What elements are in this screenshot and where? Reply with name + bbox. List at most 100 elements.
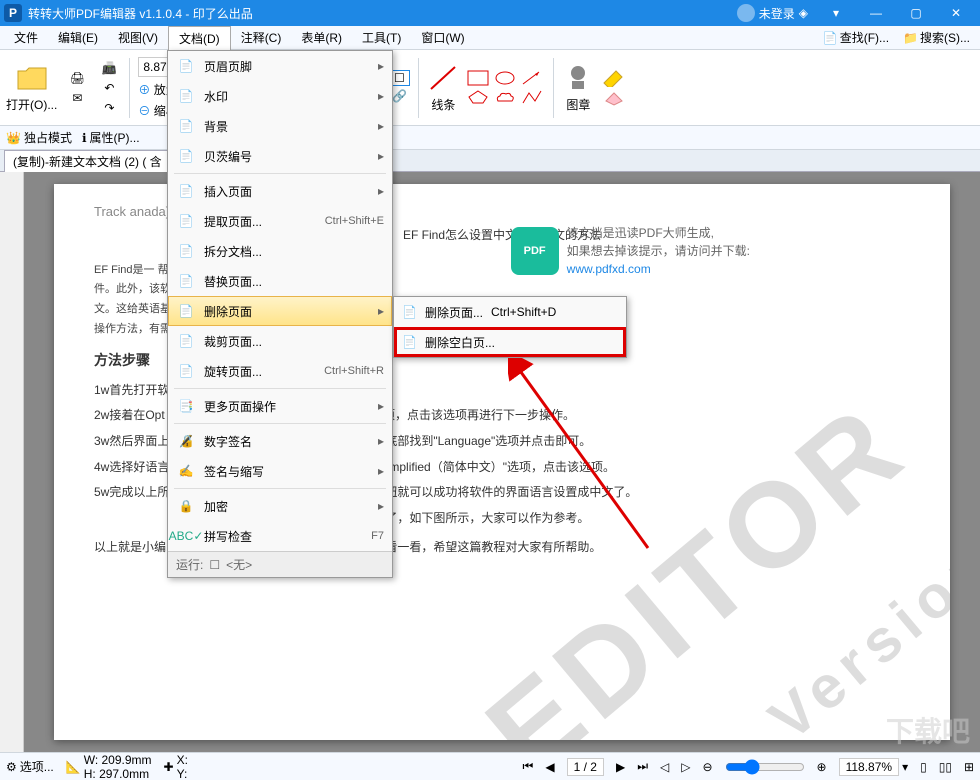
nav-fwd-button[interactable]: ▷ xyxy=(681,760,690,774)
submenu-delete-pages[interactable]: 📄删除页面...Ctrl+Shift+D xyxy=(394,297,626,327)
circle-shape-icon[interactable] xyxy=(494,70,518,86)
menu-comment[interactable]: 注释(C) xyxy=(231,26,292,49)
handsign-icon: ✍ xyxy=(176,461,196,481)
menu-rotate-page[interactable]: 📄旋转页面...Ctrl+Shift+R xyxy=(168,356,392,386)
more-ops-icon: 📑 xyxy=(176,396,196,416)
run-checkbox-icon[interactable]: ☐ xyxy=(209,558,220,572)
folder-icon: 📁 xyxy=(903,31,918,45)
rotate-page-icon: 📄 xyxy=(176,361,196,381)
menu-separator xyxy=(174,388,386,389)
login-status: 未登录 xyxy=(759,5,795,22)
menu-edit[interactable]: 编辑(E) xyxy=(48,26,108,49)
print-icon[interactable]: 🖨 xyxy=(65,69,89,87)
badge-line2: 如果想去掉该提示，请访问并下载: xyxy=(567,242,750,260)
menu-bates[interactable]: 📄贝茨编号▸ xyxy=(168,141,392,171)
chevron-right-icon: ▸ xyxy=(378,149,384,163)
menu-insert-page[interactable]: 📄插入页面▸ xyxy=(168,176,392,206)
replace-page-icon: 📄 xyxy=(176,271,196,291)
submenu-delete-blank[interactable]: 📄删除空白页... xyxy=(394,327,626,357)
layout-facing-icon[interactable]: ▯▯ xyxy=(939,760,952,774)
zoom-out-status[interactable]: ⊖ xyxy=(702,760,712,774)
last-page-button[interactable]: ⏭ xyxy=(637,759,648,774)
delete-page-icon: 📄 xyxy=(176,301,196,321)
page-size: 📐W: 209.9mmH: 297.0mm xyxy=(66,753,152,781)
first-page-button[interactable]: ⏮ xyxy=(523,759,534,774)
page-icon: 📄 xyxy=(823,31,838,45)
nav-back-button[interactable]: ◁ xyxy=(660,760,669,774)
menu-crop-page[interactable]: 📄裁剪页面... xyxy=(168,326,392,356)
redo-icon[interactable]: ↷ xyxy=(97,99,121,117)
left-sidebar[interactable] xyxy=(0,172,24,752)
lines-label: 线条 xyxy=(431,96,455,113)
maximize-button[interactable]: ▢ xyxy=(896,0,936,26)
mail-icon[interactable]: ✉ xyxy=(65,89,89,107)
stamp-label: 图章 xyxy=(566,96,590,113)
lines-group[interactable]: 线条 xyxy=(427,62,459,113)
layout-single-icon[interactable]: ▯ xyxy=(920,760,927,774)
dropdown-arrow-icon[interactable]: ▾ xyxy=(816,0,856,26)
chevron-right-icon: ▸ xyxy=(378,184,384,198)
menu-header-footer[interactable]: 📄页眉页脚▸ xyxy=(168,51,392,81)
crown-icon: 👑 xyxy=(6,131,21,145)
stamp-icon xyxy=(562,62,594,94)
chevron-right-icon: ▸ xyxy=(378,499,384,513)
polygon-shape-icon[interactable] xyxy=(467,89,491,105)
stamp-group[interactable]: 图章 xyxy=(562,62,594,113)
crosshair-icon: ✚ xyxy=(164,760,174,774)
rect-shape-icon[interactable] xyxy=(467,70,491,86)
background-icon: 📄 xyxy=(176,116,196,136)
zoom-slider[interactable] xyxy=(725,759,805,775)
chevron-right-icon: ▸ xyxy=(378,119,384,133)
polyline-shape-icon[interactable] xyxy=(521,89,545,105)
zoom-value[interactable]: 118.87%▾ xyxy=(839,758,909,776)
exclusive-mode-button[interactable]: 👑独占模式 xyxy=(6,129,72,146)
options-button[interactable]: ⚙选项... xyxy=(6,758,54,775)
menu-view[interactable]: 视图(V) xyxy=(108,26,168,49)
menu-form[interactable]: 表单(R) xyxy=(291,26,352,49)
toolbar: 打开(O)... 🖨 ✉ 📠 ↶ ↷ 8.87%▾ ⊕ 放大 ⊖ 缩小 ⊞ ⬚ … xyxy=(0,50,980,126)
search-button[interactable]: 📁搜索(S)... xyxy=(897,27,976,48)
menu-split-doc[interactable]: 📄拆分文档... xyxy=(168,236,392,266)
menu-separator xyxy=(174,488,386,489)
watermark-icon: 📄 xyxy=(176,86,196,106)
menu-window[interactable]: 窗口(W) xyxy=(411,26,474,49)
properties-button[interactable]: ℹ属性(P)... xyxy=(82,129,140,146)
page-indicator[interactable]: 1 / 2 xyxy=(567,758,604,776)
site-watermark: 下载吧 xyxy=(886,710,970,750)
gear-icon: ⚙ xyxy=(6,760,17,774)
menu-handwrite-sign[interactable]: ✍签名与缩写▸ xyxy=(168,456,392,486)
menu-digital-sign[interactable]: 🔏数字签名▸ xyxy=(168,426,392,456)
menu-extract-page[interactable]: 📄提取页面...Ctrl+Shift+E xyxy=(168,206,392,236)
menu-watermark[interactable]: 📄水印▸ xyxy=(168,81,392,111)
delete-page-submenu: 📄删除页面...Ctrl+Shift+D 📄删除空白页... xyxy=(393,296,627,358)
open-group[interactable]: 打开(O)... xyxy=(6,62,57,113)
menu-spellcheck[interactable]: ABC✓拼写检查F7 xyxy=(168,521,392,551)
highlight-tool-icon[interactable] xyxy=(602,69,626,87)
document-tab[interactable]: (复制)-新建文本文档 (2) ( 含 xyxy=(4,150,171,172)
undo-icon[interactable]: ↶ xyxy=(97,79,121,97)
arrow-shape-icon[interactable] xyxy=(521,70,545,86)
menu-encrypt[interactable]: 🔒加密▸ xyxy=(168,491,392,521)
user-area[interactable]: 未登录 ◈ xyxy=(737,4,808,22)
find-button[interactable]: 📄查找(F)... xyxy=(817,27,895,48)
cloud-shape-icon[interactable] xyxy=(494,89,518,105)
next-page-button[interactable]: ▶ xyxy=(616,760,625,774)
menu-file[interactable]: 文件 xyxy=(4,26,48,49)
menu-delete-page[interactable]: 📄删除页面▸ xyxy=(168,296,392,326)
eraser-tool-icon[interactable] xyxy=(602,89,626,107)
menu-more-page-ops[interactable]: 📑更多页面操作▸ xyxy=(168,391,392,421)
menu-tool[interactable]: 工具(T) xyxy=(352,26,411,49)
chevron-right-icon: ▸ xyxy=(378,464,384,478)
close-button[interactable]: ✕ xyxy=(936,0,976,26)
split-doc-icon: 📄 xyxy=(176,241,196,261)
layout-continuous-icon[interactable]: ⊞ xyxy=(964,760,974,774)
scan-icon[interactable]: 📠 xyxy=(97,59,121,77)
title-bar: P 转转大师PDF编辑器 v1.1.0.4 - 印了么出品 未登录 ◈ ▾ — … xyxy=(0,0,980,26)
menu-background[interactable]: 📄背景▸ xyxy=(168,111,392,141)
zoom-in-status[interactable]: ⊕ xyxy=(817,760,827,774)
menu-document[interactable]: 文档(D) xyxy=(168,26,231,50)
minimize-button[interactable]: — xyxy=(856,0,896,26)
badge-link[interactable]: www.pdfxd.com xyxy=(567,262,651,276)
menu-replace-page[interactable]: 📄替换页面... xyxy=(168,266,392,296)
prev-page-button[interactable]: ◀ xyxy=(545,760,554,774)
